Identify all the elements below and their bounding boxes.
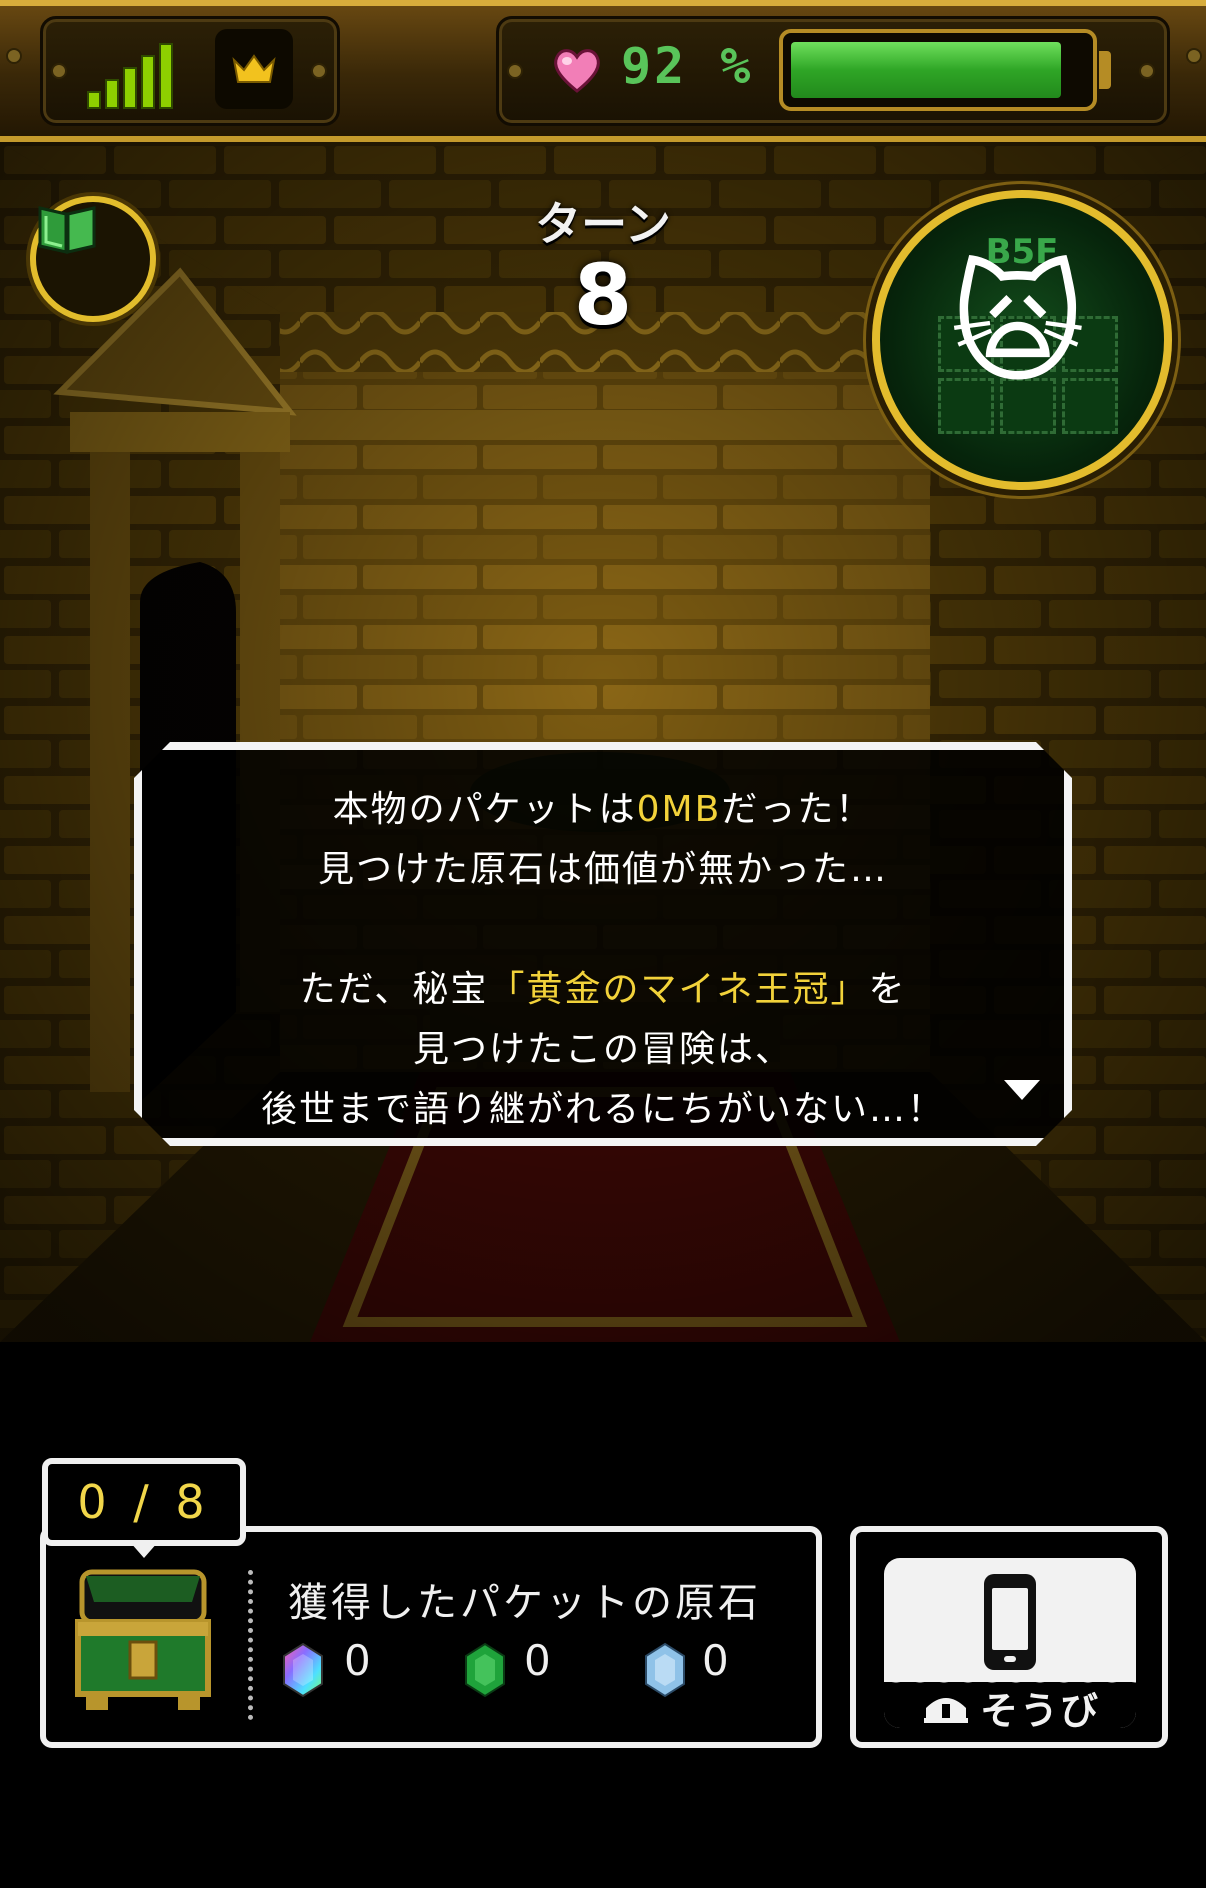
dialog-line: ただ、秘宝「黄金のマイネ王冠」を bbox=[299, 969, 907, 1010]
equip-label: そうび bbox=[980, 1689, 1101, 1728]
crown-button[interactable] bbox=[215, 29, 293, 109]
rivet bbox=[1186, 48, 1202, 64]
green-gem-icon bbox=[465, 1642, 505, 1698]
crown-icon bbox=[232, 54, 276, 83]
battery-fill bbox=[791, 42, 1061, 98]
highlight-amount: 0MB bbox=[636, 789, 722, 830]
weary-cat-face-icon: 🙀 bbox=[950, 249, 1086, 401]
battery-cap bbox=[1099, 51, 1111, 89]
dialog-line: 見つけた原石は価値が無かった… bbox=[317, 849, 888, 890]
rivet bbox=[51, 63, 67, 79]
battery-panel: 92 % bbox=[496, 16, 1170, 126]
divider bbox=[248, 1570, 253, 1720]
ore-counter: 0 / 8 bbox=[42, 1458, 246, 1546]
next-arrow-icon[interactable] bbox=[1004, 1080, 1040, 1100]
highlight-treasure: 「黄金のマイネ王冠」 bbox=[488, 969, 869, 1010]
rainbow-gem-icon bbox=[283, 1642, 323, 1698]
equip-button[interactable]: そうび bbox=[884, 1558, 1136, 1728]
floor-minimap[interactable]: B5F 🙀 bbox=[872, 190, 1172, 490]
battery-gauge bbox=[779, 29, 1097, 111]
dialog-line: 後世まで語り継がれるにちがいない…！ bbox=[260, 1089, 945, 1130]
equip-panel: そうび bbox=[850, 1526, 1168, 1748]
green-gem-count: 0 bbox=[524, 1636, 551, 1685]
rivet bbox=[311, 63, 327, 79]
signal-bars-icon bbox=[87, 41, 199, 109]
battery-percent: 92 % bbox=[621, 37, 754, 95]
ore-inventory-panel[interactable]: 獲得したパケットの原石 0 0 0 bbox=[40, 1526, 822, 1748]
treasure-chest-icon bbox=[75, 1569, 211, 1710]
status-bar: 92 % bbox=[0, 0, 1206, 142]
connection-panel bbox=[40, 16, 340, 126]
ore-panel-title: 獲得したパケットの原石 bbox=[288, 1580, 761, 1626]
rivet bbox=[1139, 63, 1155, 79]
rivet bbox=[6, 48, 22, 64]
dialog-line: 本物のパケットは0MBだった！ bbox=[332, 789, 874, 830]
rainbow-gem-count: 0 bbox=[344, 1636, 371, 1685]
rivet bbox=[507, 63, 523, 79]
blue-gem-icon bbox=[645, 1642, 685, 1698]
dialog-text: 本物のパケットは0MBだった！ 見つけた原石は価値が無かった… ただ、秘宝「黄金… bbox=[142, 780, 1064, 1140]
counter-pointer bbox=[130, 1542, 158, 1558]
blue-gem-count: 0 bbox=[702, 1636, 729, 1685]
smartphone-icon bbox=[984, 1574, 1036, 1670]
helmet-icon bbox=[924, 1698, 968, 1723]
heart-icon bbox=[554, 49, 600, 93]
dialog-line: 見つけたこの冒険は、 bbox=[412, 1029, 793, 1070]
message-dialog[interactable]: 本物のパケットは0MBだった！ 見つけた原石は価値が無かった… ただ、秘宝「黄金… bbox=[134, 742, 1072, 1146]
